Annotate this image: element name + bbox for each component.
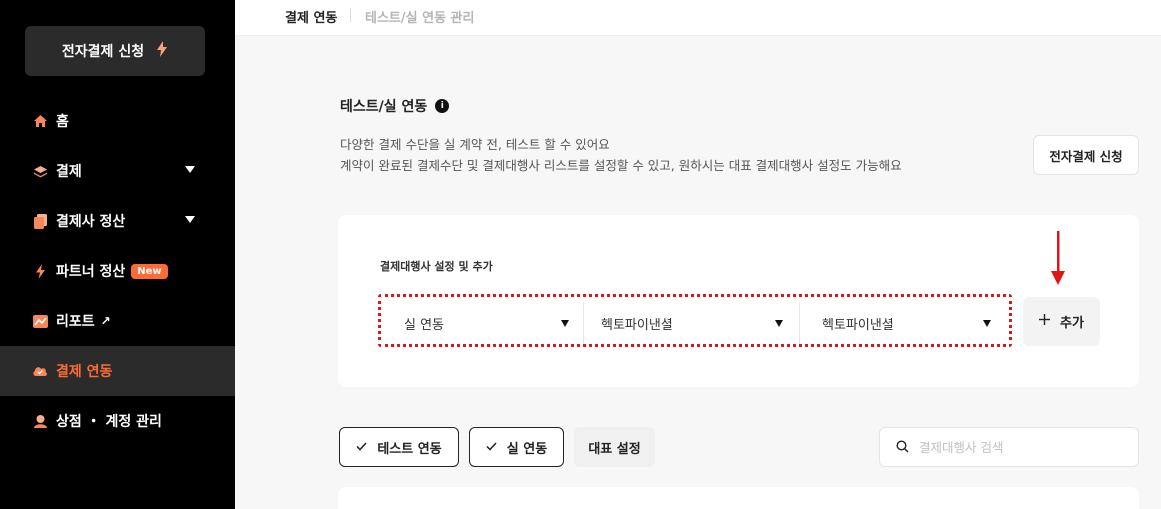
sidebar-item-report[interactable]: 리포트 ↗ (0, 296, 235, 346)
search-input[interactable] (919, 439, 1119, 455)
sidebar: 전자결제 신청 홈 결제 결제사 정산 파트너 정산 New 리포트 ↗ 결제 … (0, 0, 235, 509)
pg-search-field[interactable] (879, 427, 1139, 467)
pg-setting-card: 결제대행사 설정 및 추가 실 연동 헥토파이낸셜 헥토파이낸셜 추가 (338, 215, 1139, 387)
new-badge: New (131, 263, 168, 279)
sidebar-item-settlement[interactable]: 결제사 정산 (0, 196, 235, 246)
select-divider (799, 302, 800, 344)
chevron-down-icon[interactable] (185, 166, 195, 173)
info-icon[interactable]: i (435, 99, 450, 113)
page-title: 테스트/실 연동 i (340, 96, 450, 116)
chevron-down-icon (983, 320, 991, 327)
select-divider (583, 302, 584, 344)
sidebar-nav: 홈 결제 결제사 정산 파트너 정산 New 리포트 ↗ 결제 연동 상점 ・ … (0, 96, 235, 446)
bolt-icon (32, 263, 48, 279)
chevron-down-icon[interactable] (185, 216, 195, 223)
sidebar-item-payment[interactable]: 결제 (0, 146, 235, 196)
apply-payment-button[interactable]: 전자결제 신청 (1033, 135, 1139, 175)
add-pg-button[interactable]: 추가 (1023, 297, 1100, 346)
pg-select-value: 헥토파이낸셜 (601, 317, 673, 333)
add-pg-label: 추가 (1060, 316, 1084, 331)
pg-select-group: 실 연동 헥토파이낸셜 헥토파이낸셜 (378, 294, 1012, 347)
live-integration-label: 실 연동 (506, 441, 548, 457)
mode-select-value: 실 연동 (404, 317, 445, 333)
home-icon (32, 113, 48, 129)
layers-icon (32, 163, 48, 179)
pg-list-card (338, 487, 1139, 509)
breadcrumb-divider (350, 8, 351, 22)
sidebar-item-shop[interactable]: 상점 ・ 계정 관리 (0, 396, 235, 446)
pg-setting-label: 결제대행사 설정 및 추가 (380, 260, 493, 273)
sidebar-item-label: 결제사 정산 (56, 214, 126, 230)
sidebar-item-label: 홈 (56, 114, 69, 130)
sidebar-item-label: 상점 ・ 계정 관리 (56, 414, 162, 430)
pg-select[interactable]: 헥토파이낸셜 (595, 305, 795, 341)
page-title-text: 테스트/실 연동 (340, 99, 428, 115)
description-line-1: 다양한 결제 수단을 실 계약 전, 테스트 할 수 있어요 (340, 137, 610, 152)
sidebar-item-home[interactable]: 홈 (0, 96, 235, 146)
external-link-icon: ↗ (100, 314, 111, 328)
mode-select[interactable]: 실 연동 (391, 305, 581, 341)
arrow-down-icon (1051, 231, 1065, 285)
shop-icon (32, 413, 48, 429)
live-integration-filter[interactable]: 실 연동 (469, 427, 564, 467)
chart-icon (32, 313, 48, 329)
representative-setting-label: 대표 설정 (588, 441, 641, 457)
sidebar-item-label: 결제 연동 (56, 364, 113, 380)
sidebar-item-label: 파트너 정산 (56, 264, 126, 280)
sidebar-item-integration[interactable]: 결제 연동 (0, 346, 235, 396)
test-integration-filter[interactable]: 테스트 연동 (339, 427, 459, 467)
description-line-2: 계약이 완료된 결제수단 및 결제대행사 리스트를 설정할 수 있고, 원하시는… (340, 158, 902, 173)
document-icon (32, 213, 48, 229)
cloud-icon (32, 363, 48, 379)
breadcrumb: 결제 연동 테스트/실 연동 관리 (235, 0, 1161, 36)
chevron-down-icon (775, 320, 783, 327)
pg-sub-select[interactable]: 헥토파이낸셜 (811, 305, 1003, 341)
sidebar-apply-label: 전자결제 신청 (61, 44, 145, 60)
pg-sub-select-value: 헥토파이낸셜 (822, 317, 894, 333)
check-icon (356, 440, 367, 455)
breadcrumb-item-manage[interactable]: 테스트/실 연동 관리 (365, 7, 474, 26)
search-icon (896, 438, 909, 457)
chevron-down-icon (561, 320, 569, 327)
representative-setting-button[interactable]: 대표 설정 (574, 427, 655, 467)
check-icon (486, 440, 497, 455)
sidebar-item-label: 리포트 (56, 314, 95, 330)
sidebar-item-label: 결제 (56, 164, 82, 180)
plus-icon (1039, 314, 1051, 329)
bolt-icon (156, 41, 168, 61)
test-integration-label: 테스트 연동 (377, 441, 442, 457)
breadcrumb-item-integration[interactable]: 결제 연동 (285, 7, 337, 26)
sidebar-item-partner[interactable]: 파트너 정산 New (0, 246, 235, 296)
sidebar-apply-button[interactable]: 전자결제 신청 (25, 26, 205, 76)
